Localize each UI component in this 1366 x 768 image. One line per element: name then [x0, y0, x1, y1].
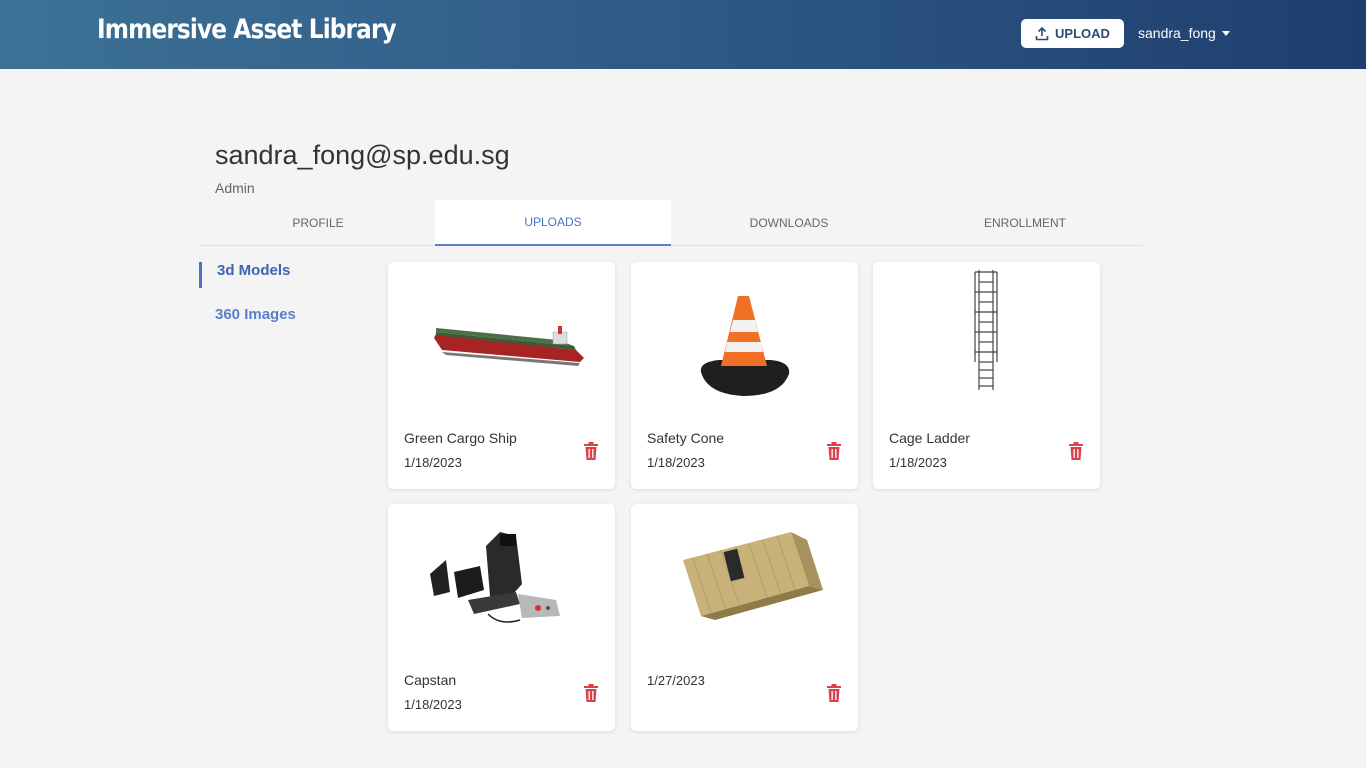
- profile-tabs: PROFILE UPLOADS DOWNLOADS ENROLLMENT: [200, 200, 1143, 246]
- asset-date: 1/27/2023: [647, 673, 705, 688]
- sidebar-item-360-images[interactable]: 360 Images: [199, 306, 339, 332]
- delete-trash-icon[interactable]: [1068, 442, 1084, 460]
- asset-name: Capstan: [404, 672, 457, 688]
- asset-date: 1/18/2023: [647, 455, 705, 470]
- tab-uploads[interactable]: UPLOADS: [435, 200, 671, 246]
- asset-date: 1/18/2023: [404, 455, 462, 470]
- tab-enrollment[interactable]: ENROLLMENT: [907, 200, 1143, 246]
- delete-trash-icon[interactable]: [583, 684, 599, 702]
- asset-card[interactable]: 1/27/2023: [631, 504, 858, 731]
- asset-card[interactable]: Safety Cone 1/18/2023: [631, 262, 858, 489]
- username-label: sandra_fong: [1138, 25, 1216, 41]
- tab-profile[interactable]: PROFILE: [200, 200, 436, 246]
- asset-date: 1/18/2023: [889, 455, 947, 470]
- asset-card[interactable]: Green Cargo Ship 1/18/2023: [388, 262, 615, 489]
- caret-down-icon: [1221, 30, 1230, 36]
- capstan-thumbnail: [430, 532, 560, 623]
- asset-date: 1/18/2023: [404, 697, 462, 712]
- upload-icon: [1035, 26, 1049, 40]
- app-title[interactable]: Immersive Asset Library: [97, 14, 397, 45]
- asset-card[interactable]: Capstan 1/18/2023: [388, 504, 615, 731]
- tab-downloads[interactable]: DOWNLOADS: [671, 200, 907, 246]
- delete-trash-icon[interactable]: [583, 442, 599, 460]
- sidebar-item-3d-models[interactable]: 3d Models: [199, 262, 339, 288]
- safety-cone-thumbnail: [700, 296, 790, 396]
- user-email: sandra_fong@sp.edu.sg: [215, 140, 510, 170]
- user-role: Admin: [215, 180, 255, 196]
- delete-trash-icon[interactable]: [826, 442, 842, 460]
- user-menu-dropdown[interactable]: sandra_fong: [1138, 25, 1230, 41]
- top-navbar: Immersive Asset Library UPLOAD sandra_fo…: [0, 0, 1366, 69]
- asset-name: Green Cargo Ship: [404, 430, 517, 446]
- upload-button-label: UPLOAD: [1055, 26, 1110, 41]
- delete-trash-icon[interactable]: [826, 684, 842, 702]
- asset-name: Cage Ladder: [889, 430, 970, 446]
- asset-name: Safety Cone: [647, 430, 725, 446]
- upload-button[interactable]: UPLOAD: [1021, 19, 1124, 48]
- cage-ladder-thumbnail: [974, 270, 998, 390]
- shipping-container-thumbnail: [683, 532, 823, 620]
- asset-card[interactable]: Cage Ladder 1/18/2023: [873, 262, 1100, 489]
- cargo-ship-thumbnail: [434, 326, 584, 366]
